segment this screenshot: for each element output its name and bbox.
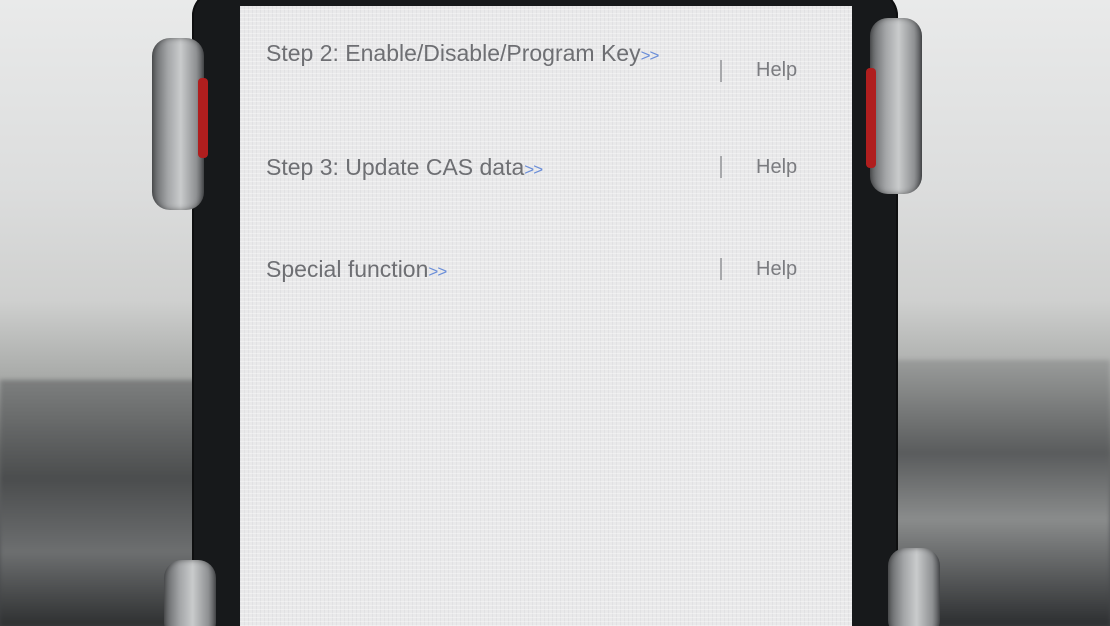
photo-scene: Step 2: Enable/Disable/Program Key>> Hel… [0, 0, 1110, 626]
phone-holder-clamp-bottom-right [888, 548, 940, 626]
help-link-update-cas[interactable]: Help [756, 148, 797, 186]
menu-item-update-cas[interactable]: Step 3: Update CAS data>> Help [266, 148, 836, 189]
holder-accent [198, 78, 208, 158]
help-link-special-function[interactable]: Help [756, 250, 797, 288]
divider [720, 258, 722, 280]
menu-item-program-key[interactable]: Step 2: Enable/Disable/Program Key>> Hel… [266, 34, 836, 82]
phone-holder-clamp-top-left [152, 38, 208, 210]
holder-accent [866, 68, 876, 168]
divider [720, 156, 722, 178]
chevron-right-icon: >> [428, 262, 447, 281]
menu-item-label: Step 3: Update CAS data>> [266, 154, 543, 180]
divider [720, 60, 722, 82]
menu-item-label: Special function>> [266, 256, 447, 282]
phone-holder-clamp-top-right [866, 18, 922, 194]
chevron-right-icon: >> [524, 160, 543, 179]
menu-item-label: Step 2: Enable/Disable/Program Key>> [266, 40, 660, 66]
help-link-program-key[interactable]: Help [756, 51, 797, 89]
chevron-right-icon: >> [640, 46, 660, 65]
phone-holder-clamp-bottom-left [164, 560, 216, 626]
app-screen: Step 2: Enable/Disable/Program Key>> Hel… [240, 6, 852, 626]
menu-item-special-function[interactable]: Special function>> Help [266, 250, 836, 291]
